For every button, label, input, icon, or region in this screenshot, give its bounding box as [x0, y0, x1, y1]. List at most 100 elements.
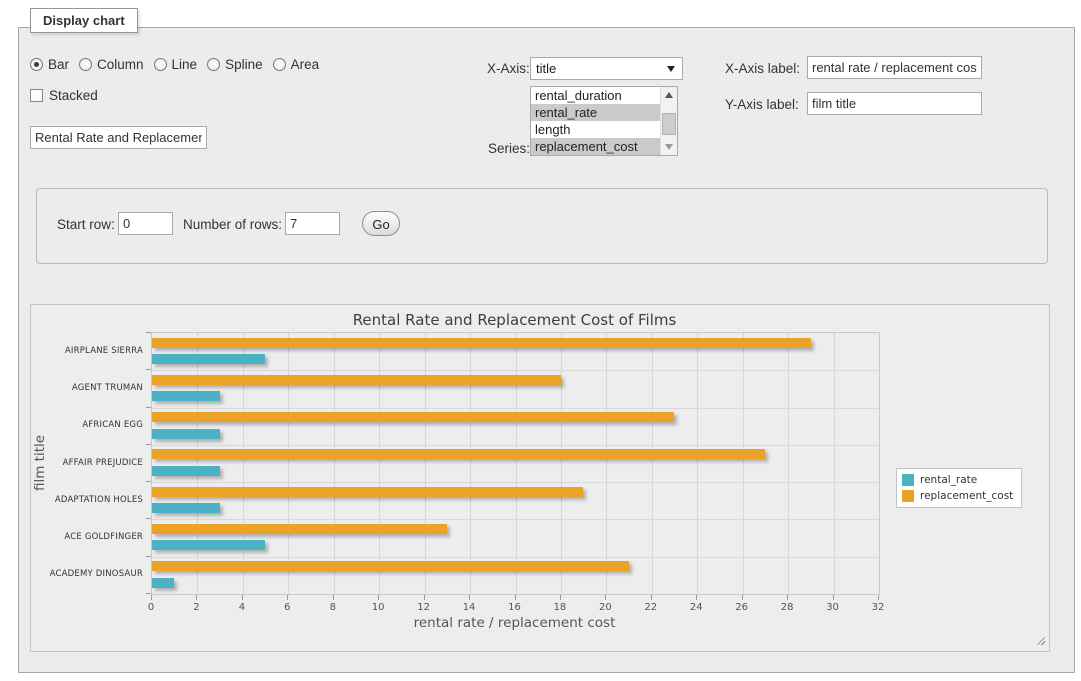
scroll-down-icon[interactable]: [662, 140, 676, 154]
category-label: AIRPLANE SIERRA: [31, 346, 143, 356]
gridline-horizontal: [152, 370, 879, 371]
gridline-horizontal: [152, 445, 879, 446]
chart-type-radio-area[interactable]: Area: [273, 57, 320, 72]
legend-label: rental_rate: [920, 474, 977, 486]
y-axis-label-input[interactable]: [807, 92, 982, 115]
radio-icon[interactable]: [273, 58, 286, 71]
x-axis-select-label: X-Axis:: [487, 61, 530, 76]
gridline-vertical: [379, 333, 380, 594]
go-button[interactable]: Go: [362, 211, 400, 236]
chart: Rental Rate and Replacement Cost of Film…: [30, 304, 1050, 652]
radio-icon[interactable]: [207, 58, 220, 71]
x-tick-label: 20: [599, 602, 612, 613]
number-of-rows-label: Number of rows:: [183, 217, 282, 232]
chart-type-radio-group: Bar Column Line Spline Area: [30, 57, 329, 72]
gridline-vertical: [697, 333, 698, 594]
x-tick-label: 22: [644, 602, 657, 613]
y-tick-mark: [146, 593, 151, 594]
category-label: ACE GOLDFINGER: [31, 532, 143, 542]
x-tick-mark: [605, 595, 606, 600]
x-axis-label-label: X-Axis label:: [725, 61, 800, 76]
bar-replacement_cost: [152, 375, 561, 385]
stacked-checkbox[interactable]: [30, 89, 43, 102]
x-tick-label: 10: [372, 602, 385, 613]
gridline-vertical: [334, 333, 335, 594]
x-axis-selected-value: title: [536, 61, 556, 76]
x-tick-label: 26: [735, 602, 748, 613]
x-tick-mark: [151, 595, 152, 600]
number-of-rows-input[interactable]: [285, 212, 340, 235]
chart-legend: rental_rate replacement_cost: [896, 468, 1022, 508]
bar-replacement_cost: [152, 412, 674, 422]
radio-label: Line: [172, 57, 198, 72]
x-tick-mark: [424, 595, 425, 600]
x-tick-mark: [515, 595, 516, 600]
radio-label: Column: [97, 57, 144, 72]
gridline-horizontal: [152, 557, 879, 558]
category-label: AGENT TRUMAN: [31, 383, 143, 393]
x-tick-label: 18: [554, 602, 567, 613]
x-tick-mark: [333, 595, 334, 600]
gridline-vertical: [834, 333, 835, 594]
stacked-label: Stacked: [49, 88, 98, 103]
series-option-length[interactable]: length: [531, 121, 660, 138]
radio-label: Spline: [225, 57, 263, 72]
radio-icon[interactable]: [154, 58, 167, 71]
category-label: AFFAIR PREJUDICE: [31, 458, 143, 468]
chart-type-radio-spline[interactable]: Spline: [207, 57, 263, 72]
category-label: ACADEMY DINOSAUR: [31, 569, 143, 579]
bar-replacement_cost: [152, 561, 629, 571]
radio-icon[interactable]: [79, 58, 92, 71]
start-row-input[interactable]: [118, 212, 173, 235]
scrollbar-thumb[interactable]: [662, 113, 676, 135]
y-axis-label-label: Y-Axis label:: [725, 97, 799, 112]
x-tick-mark: [378, 595, 379, 600]
chart-title: Rental Rate and Replacement Cost of Film…: [151, 311, 878, 329]
category-label: ADAPTATION HOLES: [31, 495, 143, 505]
x-tick-mark: [742, 595, 743, 600]
x-tick-label: 32: [872, 602, 885, 613]
series-option-replacement_cost[interactable]: replacement_cost: [531, 138, 660, 155]
legend-label: replacement_cost: [920, 490, 1013, 502]
chart-title-input[interactable]: [30, 126, 207, 149]
x-tick-mark: [287, 595, 288, 600]
x-tick-label: 12: [417, 602, 430, 613]
x-tick-label: 30: [826, 602, 839, 613]
x-axis-select[interactable]: title: [530, 57, 683, 80]
series-listbox[interactable]: rental_durationrental_ratelengthreplacem…: [530, 86, 678, 156]
gridline-vertical: [788, 333, 789, 594]
x-tick-mark: [787, 595, 788, 600]
stacked-checkbox-row[interactable]: Stacked: [30, 88, 98, 103]
chart-type-radio-bar[interactable]: Bar: [30, 57, 69, 72]
gridline-vertical: [243, 333, 244, 594]
series-option-rental_rate[interactable]: rental_rate: [531, 104, 660, 121]
dropdown-arrow-icon: [667, 66, 675, 72]
x-tick-label: 16: [508, 602, 521, 613]
bar-rental_rate: [152, 429, 220, 439]
chart-type-radio-line[interactable]: Line: [154, 57, 198, 72]
x-tick-label: 4: [239, 602, 245, 613]
legend-swatch: [902, 490, 914, 502]
scroll-up-icon[interactable]: [662, 88, 676, 102]
bar-replacement_cost: [152, 449, 765, 459]
x-axis-label-input[interactable]: [807, 56, 982, 79]
x-tick-mark: [833, 595, 834, 600]
radio-label: Bar: [48, 57, 69, 72]
series-scrollbar[interactable]: [660, 87, 677, 155]
y-tick-mark: [146, 407, 151, 408]
x-tick-mark: [242, 595, 243, 600]
gridline-vertical: [606, 333, 607, 594]
bar-replacement_cost: [152, 338, 811, 348]
y-tick-mark: [146, 332, 151, 333]
chart-type-radio-column[interactable]: Column: [79, 57, 144, 72]
category-label: AFRICAN EGG: [31, 420, 143, 430]
gridline-vertical: [516, 333, 517, 594]
bar-rental_rate: [152, 503, 220, 513]
gridline-vertical: [197, 333, 198, 594]
radio-icon[interactable]: [30, 58, 43, 71]
page: Display chart BarColumnLineSplineArea St…: [0, 0, 1081, 681]
x-tick-label: 2: [193, 602, 199, 613]
gridline-horizontal: [152, 408, 879, 409]
chart-resize-handle[interactable]: [1035, 635, 1045, 645]
series-option-rental_duration[interactable]: rental_duration: [531, 87, 660, 104]
